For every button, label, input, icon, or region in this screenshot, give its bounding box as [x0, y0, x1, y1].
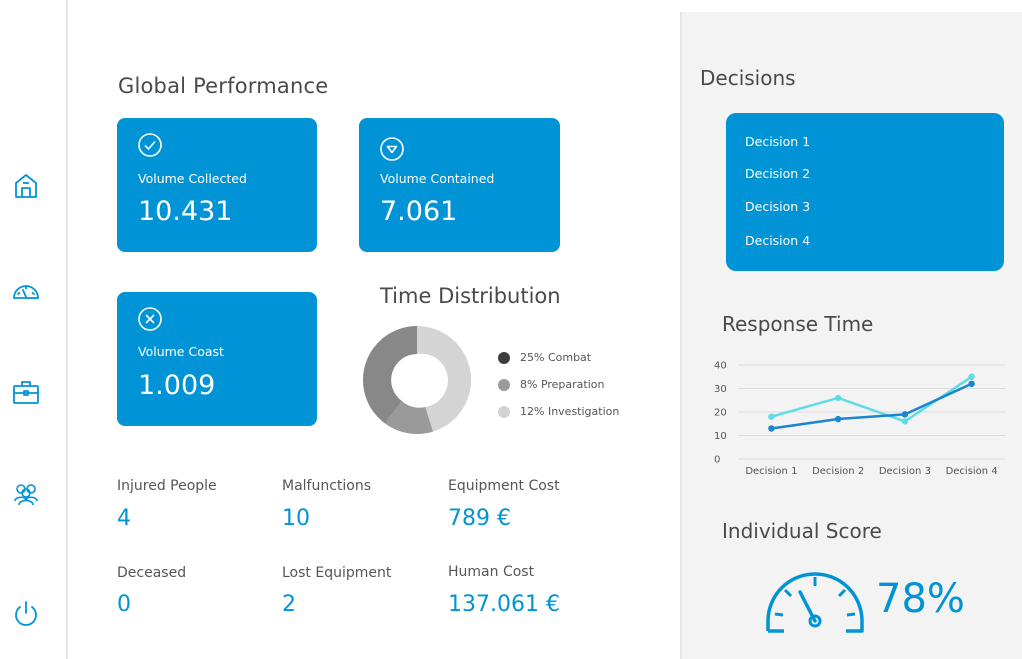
- stat-value-injured: 4: [117, 506, 131, 531]
- legend-item: 25% Combat: [498, 344, 619, 371]
- series-line-1: [771, 375, 973, 423]
- stat-label-malfunctions: Malfunctions: [282, 478, 372, 494]
- legend-label: 8% Preparation: [520, 378, 605, 391]
- x-tick-label: Decision 2: [812, 466, 864, 477]
- decision-item[interactable]: Decision 3: [745, 199, 810, 214]
- stat-label-deceased: Deceased: [117, 565, 187, 581]
- y-tick-label: 30: [714, 384, 727, 395]
- decision-item[interactable]: Decision 4: [745, 233, 810, 248]
- stat-value-lost-equipment: 2: [282, 592, 296, 617]
- volume-coast-card[interactable]: Volume Coast 1.009: [117, 292, 317, 426]
- stat-value-equipment-cost: 789 €: [448, 506, 511, 531]
- y-tick-label: 0: [714, 455, 720, 466]
- stat-label-lost-equipment: Lost Equipment: [282, 565, 392, 581]
- decisions-title: Decisions: [700, 66, 796, 90]
- response-time-chart: 0 10 20 30 40 Decision 1 Decision 2 Decision 3 D…: [714, 361, 1005, 477]
- home-icon[interactable]: [10, 170, 42, 202]
- stat-value-human-cost: 137.061 €: [448, 592, 560, 617]
- legend-dot: [498, 378, 510, 391]
- legend-label: 25% Combat: [520, 351, 592, 364]
- volume-collected-card[interactable]: Volume Collected 10.431: [117, 118, 317, 252]
- power-icon[interactable]: [10, 598, 42, 630]
- triangle-circle-icon: [380, 137, 404, 161]
- data-point: [768, 413, 775, 420]
- legend-dot: [498, 351, 510, 364]
- y-tick-label: 20: [714, 408, 727, 419]
- data-point: [968, 380, 975, 387]
- y-tick-label: 40: [714, 361, 727, 372]
- card-label: Volume Collected: [138, 171, 247, 186]
- page-title: Global Performance: [118, 74, 329, 98]
- card-value: 7.061: [380, 196, 458, 227]
- card-value: 1.009: [138, 370, 216, 401]
- stat-value-deceased: 0: [117, 592, 131, 617]
- briefcase-icon[interactable]: [10, 376, 42, 408]
- users-icon[interactable]: [10, 478, 42, 510]
- data-point: [901, 411, 909, 418]
- response-time-title: Response Time: [722, 312, 874, 336]
- time-distribution-legend: 25% Combat 8% Preparation 12% Investigat…: [498, 344, 619, 425]
- data-point: [968, 373, 975, 380]
- x-circle-icon: [138, 307, 162, 331]
- time-distribution-donut: [363, 326, 471, 434]
- legend-item: 8% Preparation: [498, 371, 619, 398]
- individual-score-title: Individual Score: [722, 519, 882, 543]
- check-circle-icon: [138, 133, 162, 157]
- x-tick-label: Decision 4: [946, 466, 998, 477]
- data-point: [834, 394, 842, 402]
- card-label: Volume Coast: [138, 344, 224, 359]
- stat-label-equipment-cost: Equipment Cost: [448, 478, 560, 494]
- time-distribution-title: Time Distribution: [380, 284, 561, 308]
- legend-dot: [498, 405, 510, 418]
- volume-contained-card[interactable]: Volume Contained 7.061: [359, 118, 560, 252]
- legend-item: 12% Investigation: [498, 398, 619, 425]
- y-tick-label: 10: [714, 431, 727, 442]
- card-value: 10.431: [138, 196, 233, 227]
- stat-label-human-cost: Human Cost: [448, 564, 535, 580]
- score-value: 78%: [876, 576, 965, 622]
- x-tick-label: Decision 1: [745, 466, 797, 477]
- decision-item[interactable]: Decision 2: [745, 166, 810, 181]
- score-gauge-icon: [766, 572, 864, 633]
- x-tick-label: Decision 3: [879, 466, 931, 477]
- decisions-list: Decision 1 Decision 2 Decision 3 Decisio…: [726, 113, 1004, 271]
- data-point: [768, 425, 775, 432]
- series-line-2: [771, 382, 973, 430]
- sidebar: [0, 0, 68, 659]
- stat-value-malfunctions: 10: [282, 506, 310, 531]
- right-panel: Decisions Decision 1 Decision 2 Decision…: [680, 12, 1022, 659]
- data-point: [834, 415, 842, 423]
- legend-label: 12% Investigation: [520, 405, 620, 418]
- data-point: [901, 418, 909, 425]
- speedometer-icon[interactable]: [10, 275, 42, 307]
- card-label: Volume Contained: [380, 171, 495, 186]
- decision-item[interactable]: Decision 1: [745, 134, 810, 149]
- stat-label-injured: Injured People: [117, 478, 217, 494]
